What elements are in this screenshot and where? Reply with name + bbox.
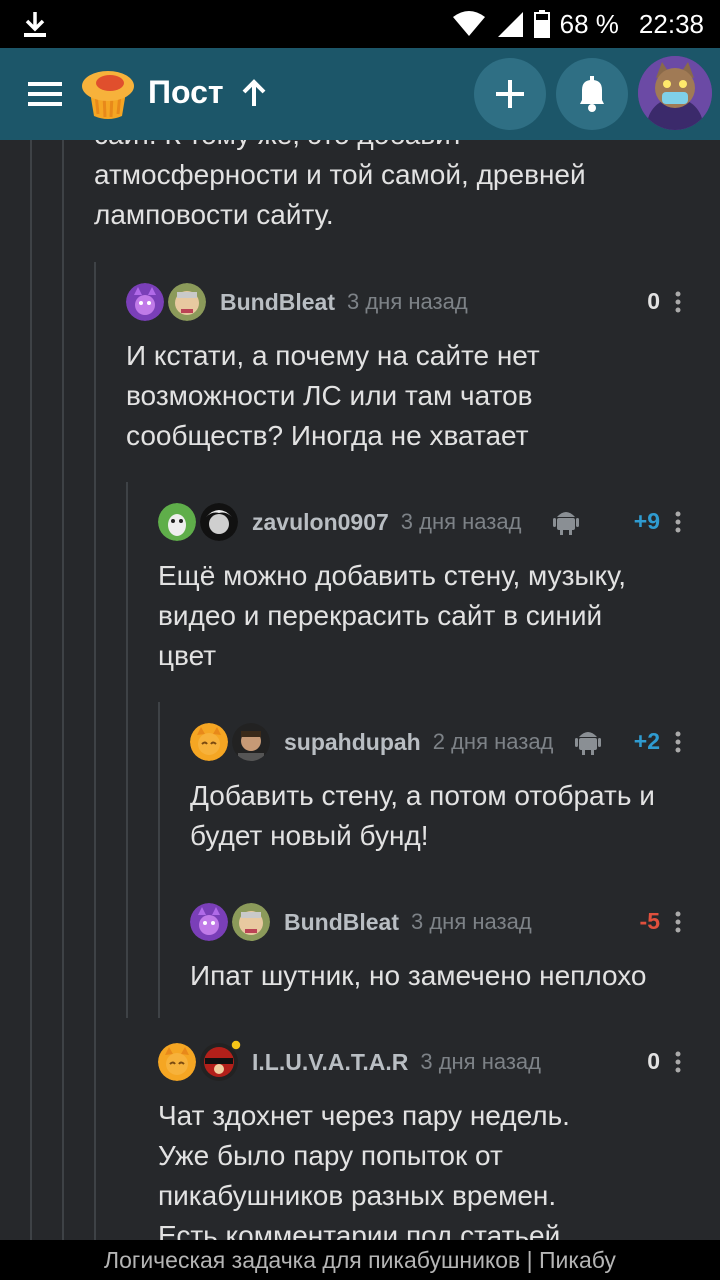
comment-rating: +9 [633, 508, 660, 534]
community-avatar[interactable] [190, 723, 228, 761]
comment-rating: 0 [647, 288, 660, 314]
username[interactable]: zavulon0907 [252, 509, 389, 536]
man-portrait-icon [232, 723, 270, 761]
comment-date: 2 дня назад [432, 729, 554, 754]
comment-header: BundBleat 3 дня назад [126, 282, 468, 322]
android-icon [553, 512, 579, 535]
more-options-icon[interactable] [675, 511, 681, 533]
android-icon [575, 732, 601, 755]
user-avatar[interactable] [232, 903, 270, 941]
app-bar: Пост [0, 48, 720, 140]
battery-level: 68 % [559, 8, 619, 39]
thread-line [158, 702, 160, 1018]
username[interactable]: supahdupah [284, 729, 421, 756]
status-bar: 68 % 22:38 [0, 0, 720, 48]
notifications-button[interactable] [556, 58, 628, 130]
thread-line [94, 262, 96, 1240]
more-options-icon[interactable] [675, 911, 681, 933]
more-options-icon[interactable] [675, 731, 681, 753]
user-avatar[interactable] [232, 723, 270, 761]
username[interactable]: I.L.U.V.A.T.A.R [252, 1049, 408, 1076]
add-post-button[interactable] [474, 58, 546, 130]
comment-rating: +2 [633, 728, 660, 754]
comment-text: Ипат шутник, но замечено неплохо [190, 960, 647, 991]
menu-icon[interactable] [28, 80, 62, 108]
comment-header: I.L.U.V.A.T.A.R 3 дня назад [158, 1039, 541, 1082]
community-avatar[interactable] [126, 283, 164, 321]
user-avatar[interactable] [200, 503, 238, 541]
thread-line [126, 482, 128, 1018]
more-options-icon[interactable] [675, 1051, 681, 1073]
orange-cat-icon [190, 723, 228, 761]
wifi-icon [452, 11, 485, 36]
battery-icon [533, 10, 550, 38]
purple-fox-icon [126, 283, 164, 321]
community-avatar[interactable] [190, 903, 228, 941]
download-icon [24, 12, 46, 37]
user-avatar[interactable] [200, 1039, 242, 1081]
comment-rating: 0 [647, 1048, 660, 1074]
thread-line [30, 140, 32, 1240]
man-face-icon [232, 903, 270, 941]
profile-avatar[interactable] [638, 56, 712, 130]
comment-header: zavulon0907 3 дня назад [158, 502, 521, 542]
comment-date: 3 дня назад [400, 509, 522, 534]
comment-text: И кстати, а почему на сайте нет возможно… [126, 340, 540, 451]
clock: 22:38 [638, 8, 704, 39]
comment-text: Чат здохнет через пару недель. Уже было … [158, 1100, 570, 1240]
comment-header: supahdupah 2 дня назад [190, 722, 553, 762]
goat-icon [158, 503, 196, 541]
comment-date: 3 дня назад [411, 909, 532, 934]
orange-cat-icon [158, 1043, 196, 1081]
bell-icon [580, 76, 604, 112]
thread-line [62, 140, 64, 1240]
username[interactable]: BundBleat [220, 289, 335, 316]
cat-avatar-icon [638, 56, 712, 130]
comments-thread: сайт. К тому же, это добавит атмосфернос… [0, 140, 720, 1240]
scroll-up-icon[interactable] [240, 78, 268, 108]
pikabu-logo-icon[interactable] [80, 66, 136, 122]
comment-date: 3 дня назад [347, 289, 468, 314]
man-face-icon [168, 283, 206, 321]
comment-rating: -5 [639, 908, 660, 934]
comment-text: сайт. К тому же, это добавит атмосфернос… [94, 140, 586, 230]
more-options-icon[interactable] [675, 291, 681, 313]
online-dot-icon [230, 1039, 242, 1051]
username[interactable]: BundBleat [284, 909, 399, 936]
page-title: Пост [148, 74, 224, 110]
user-avatar[interactable] [168, 283, 206, 321]
community-avatar[interactable] [158, 503, 196, 541]
comment-text: Ещё можно добавить стену, музыку, видео … [158, 560, 627, 671]
signal-icon [497, 12, 523, 37]
page-title-footer: Логическая задачка для пикабушников | Пи… [0, 1240, 720, 1280]
plus-icon [496, 80, 524, 108]
community-avatar[interactable] [158, 1043, 196, 1081]
comment-text: Добавить стену, а потом отобрать и будет… [190, 780, 655, 851]
comment-date: 3 дня назад [420, 1049, 541, 1074]
purple-fox-icon [190, 903, 228, 941]
einstein-face-icon [200, 503, 238, 541]
comment-header: BundBleat 3 дня назад [190, 902, 532, 942]
